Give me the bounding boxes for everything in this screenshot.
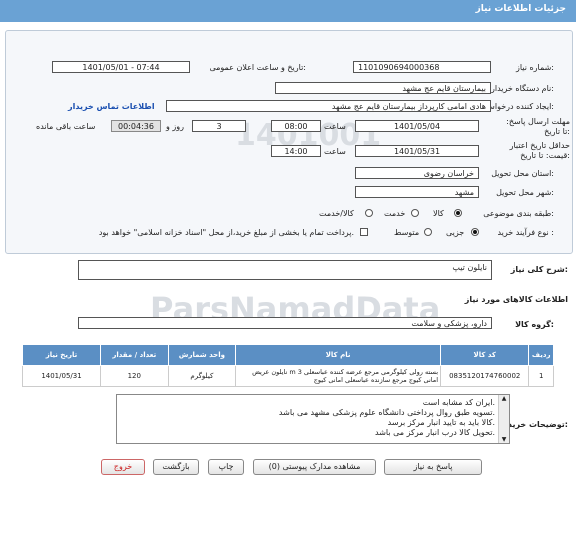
scroll-down-icon[interactable]: ▼: [499, 436, 509, 443]
view-attachments-button[interactable]: مشاهده مدارک پیوستی (0): [253, 459, 376, 475]
province-field: خراسان رضوی: [355, 167, 479, 179]
buyer-note-line: ایران کد مشابه است.: [279, 398, 495, 408]
process-type-label: نوع فرآیند خرید :: [497, 228, 554, 237]
deadline-time-field: 08:00: [271, 120, 321, 132]
price-validity-date-field: 1401/05/31: [355, 145, 479, 157]
treasury-payment-checkbox[interactable]: [360, 228, 368, 236]
city-label: شهر محل تحویل:: [496, 188, 554, 197]
col-need-date: تاریخ نیاز: [23, 345, 101, 366]
price-validity-label: حداقل تاریخ اعتبار قیمت: تا تاریخ:: [500, 141, 570, 161]
days-remaining-field: 3: [192, 120, 246, 132]
cell-item-code: 0835120174760002: [441, 366, 529, 387]
price-validity-time-field: 14:00: [271, 145, 321, 157]
need-number-field: 1101090694000368: [353, 61, 491, 73]
back-button[interactable]: بازگشت: [153, 459, 199, 475]
creator-label: ایجاد کننده درخواست:: [480, 102, 554, 111]
category-option-goods-service: کالا/خدمت: [319, 209, 354, 218]
category-radio-goods[interactable]: [454, 209, 462, 217]
process-option-medium: متوسط: [394, 228, 419, 237]
deadline-date-field: 1401/05/04: [355, 120, 479, 132]
buyer-note-line: تحویل کالا درب انبار مرکز می باشد.: [279, 428, 495, 438]
days-label: روز و: [166, 122, 184, 131]
col-item-name: نام کالا: [236, 345, 441, 366]
description-label: شرح کلی نیاز:: [511, 265, 568, 274]
category-radio-goods-service[interactable]: [365, 209, 373, 217]
process-radio-minor[interactable]: [471, 228, 479, 236]
category-radio-service[interactable]: [411, 209, 419, 217]
announce-label: تاریخ و ساعت اعلان عمومی:: [196, 63, 306, 72]
goods-group-field: دارو، پزشکی و سلامت: [78, 317, 492, 329]
cell-row-number: 1: [529, 366, 554, 387]
description-field: نایلون تیپ: [78, 260, 492, 280]
col-unit: واحد شمارش: [168, 345, 236, 366]
need-number-label: شماره نیاز:: [516, 63, 554, 72]
col-quantity: تعداد / مقدار: [100, 345, 168, 366]
cell-quantity: 120: [100, 366, 168, 387]
buyer-note-line: کالا باید به تایید انبار مرکز برسد.: [279, 418, 495, 428]
goods-table: تاریخ نیاز تعداد / مقدار واحد شمارش نام …: [22, 344, 554, 387]
buyer-notes-box[interactable]: ▲ ▼ ایران کد مشابه است. تسویه طبق روال پ…: [116, 394, 510, 444]
process-option-minor: جزیی: [446, 228, 464, 237]
exit-button[interactable]: خروج: [101, 459, 145, 475]
category-option-goods: کالا: [433, 209, 444, 218]
col-item-code: کد کالا: [441, 345, 529, 366]
buyer-label: نام دستگاه خریدار:: [491, 84, 554, 93]
buyer-note-line: تسویه طبق روال پرداختی دانشگاه علوم پزشک…: [279, 408, 495, 418]
cell-item-name: نایلون عریض m 3 بسته رولی کیلوگرمی مرجع …: [236, 366, 441, 387]
cell-unit: کیلوگرم: [168, 366, 236, 387]
col-row-number: ردیف: [529, 345, 554, 366]
goods-group-label: گروه کالا:: [515, 320, 554, 329]
announce-field: 1401/05/01 - 07:44: [52, 61, 190, 73]
buyer-field: بیمارستان قایم عج مشهد: [275, 82, 491, 94]
deadline-label: مهلت ارسال پاسخ: تا تاریخ:: [500, 117, 570, 137]
reply-to-need-button[interactable]: پاسخ به نیاز: [384, 459, 482, 475]
buyer-notes-label: توضیحات خریدار:: [500, 420, 568, 429]
table-row: 1401/05/31 120 کیلوگرم نایلون عریض m 3 ب…: [23, 366, 554, 387]
creator-field: هادی امامی کارپرداز بیمارستان قایم عج مش…: [166, 100, 491, 112]
city-field: مشهد: [355, 186, 479, 198]
treasury-payment-note: پرداخت تمام یا بخشی از مبلغ خرید،از محل …: [64, 228, 354, 237]
category-option-service: خدمت: [384, 209, 405, 218]
deadline-time-label: ساعت: [324, 122, 346, 131]
cell-need-date: 1401/05/31: [23, 366, 101, 387]
page-header: جزئیات اطلاعات نیاز: [0, 0, 576, 22]
province-label: استان محل تحویل:: [491, 169, 554, 178]
process-radio-medium[interactable]: [424, 228, 432, 236]
scroll-up-icon[interactable]: ▲: [499, 395, 509, 402]
goods-table-header: تاریخ نیاز تعداد / مقدار واحد شمارش نام …: [23, 345, 554, 366]
contact-info-link[interactable]: اطلاعات تماس خریدار: [68, 102, 155, 111]
print-button[interactable]: چاپ: [208, 459, 244, 475]
category-label: طبقه بندی موضوعی:: [483, 209, 554, 218]
price-validity-time-label: ساعت: [324, 147, 346, 156]
goods-section-title: اطلاعات کالاهای مورد نیاز: [465, 295, 568, 304]
notes-scrollbar[interactable]: ▲ ▼: [498, 395, 509, 443]
time-remaining-label: ساعت باقی مانده: [36, 122, 95, 131]
page-title: جزئیات اطلاعات نیاز: [476, 4, 566, 14]
time-remaining-field: 00:04:36: [111, 120, 161, 132]
